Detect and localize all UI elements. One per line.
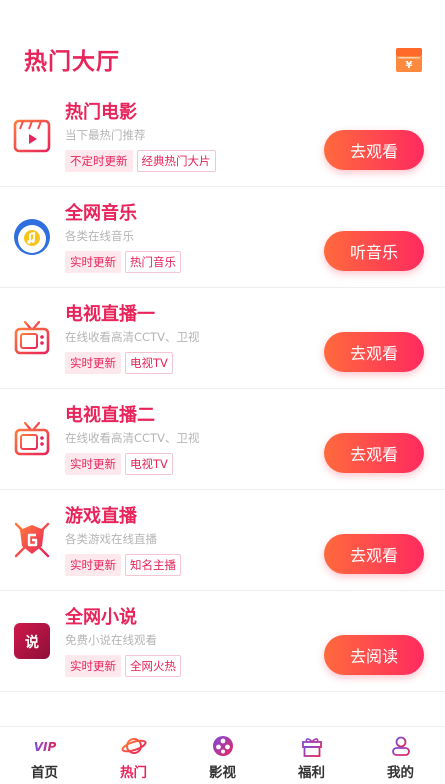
tag: 电视TV [125,453,173,475]
list-item-music[interactable]: 全网音乐 各类在线音乐 实时更新 热门音乐 听音乐 [0,187,445,288]
item-title: 全网小说 [65,607,137,628]
tab-label: 热门 [120,765,147,781]
tab-label: 我的 [387,765,414,781]
tag: 经典热门大片 [136,150,216,172]
tag: 知名主播 [125,554,181,576]
tv-icon [14,421,50,456]
category-list: 热门电影 当下最热门推荐 不定时更新 经典热门大片 去观看 全网音乐 各类在线音… [0,86,445,692]
tab-welfare[interactable]: 福利 [267,727,356,784]
item-description: 在线收看高清CCTV、卫视 [65,431,200,445]
tab-label: 首页 [31,765,58,781]
item-description: 在线收看高清CCTV、卫视 [65,330,200,344]
tag: 实时更新 [65,655,121,677]
tag: 实时更新 [65,352,121,374]
list-item-tv-live-2[interactable]: 电视直播二 在线收看高清CCTV、卫视 实时更新 电视TV 去观看 [0,389,445,490]
tab-video[interactable]: 影视 [178,727,267,784]
item-title: 电视直播一 [65,304,155,325]
tv-icon [14,320,50,355]
music-disc-icon [14,219,50,255]
vip-icon: VIP [33,740,56,754]
list-item-movies[interactable]: 热门电影 当下最热门推荐 不定时更新 经典热门大片 去观看 [0,86,445,187]
wallet-icon[interactable]: ¥ [394,44,424,74]
header: 热门大厅 ¥ [0,0,445,95]
item-title: 全网音乐 [65,203,137,224]
page-title: 热门大厅 [24,49,120,75]
tab-hot[interactable]: 热门 [89,727,178,784]
tag: 实时更新 [65,251,121,273]
planet-icon [121,738,146,754]
tag: 实时更新 [65,453,121,475]
list-item-novels[interactable]: 说 全网小说 免费小说在线观看 实时更新 全网火热 去阅读 [0,591,445,692]
tab-home[interactable]: VIP 首页 [0,727,89,784]
watch-button[interactable]: 去观看 [324,332,424,372]
bottom-tab-bar: VIP 首页 热门 影视 福利 我的 [0,726,445,784]
vip-icon-text: VIP [33,740,56,754]
item-description: 各类在线音乐 [65,229,134,243]
novel-icon-text: 说 [25,634,39,651]
watch-button[interactable]: 去观看 [324,534,424,574]
gift-icon [301,738,322,757]
tag-group: 实时更新 热门音乐 [65,251,185,273]
item-title: 游戏直播 [65,506,137,527]
film-reel-icon [212,736,233,756]
item-description: 当下最热门推荐 [65,128,146,142]
tag: 全网火热 [125,655,181,677]
wallet-symbol: ¥ [406,60,413,71]
game-shield-icon [14,522,50,558]
tag: 热门音乐 [125,251,181,273]
novel-icon: 说 [14,623,50,659]
watch-button[interactable]: 去观看 [324,130,424,170]
tag: 不定时更新 [65,150,133,172]
tag-group: 实时更新 电视TV [65,352,177,374]
read-button[interactable]: 去阅读 [324,635,424,675]
tag-group: 实时更新 电视TV [65,453,177,475]
listen-button[interactable]: 听音乐 [324,231,424,271]
tag: 实时更新 [65,554,121,576]
tag-group: 不定时更新 经典热门大片 [65,150,220,172]
user-icon [391,736,410,756]
film-icon [13,119,51,153]
tag-group: 实时更新 全网火热 [65,655,185,677]
watch-button[interactable]: 去观看 [324,433,424,473]
tab-mine[interactable]: 我的 [356,727,445,784]
tab-label: 影视 [209,765,236,781]
list-item-game-live[interactable]: 游戏直播 各类游戏在线直播 实时更新 知名主播 去观看 [0,490,445,591]
item-title: 热门电影 [65,102,137,123]
item-description: 免费小说在线观看 [65,633,157,647]
tag: 电视TV [125,352,173,374]
item-description: 各类游戏在线直播 [65,532,157,546]
item-title: 电视直播二 [65,405,155,426]
tag-group: 实时更新 知名主播 [65,554,185,576]
list-item-tv-live-1[interactable]: 电视直播一 在线收看高清CCTV、卫视 实时更新 电视TV 去观看 [0,288,445,389]
tab-label: 福利 [298,765,325,781]
